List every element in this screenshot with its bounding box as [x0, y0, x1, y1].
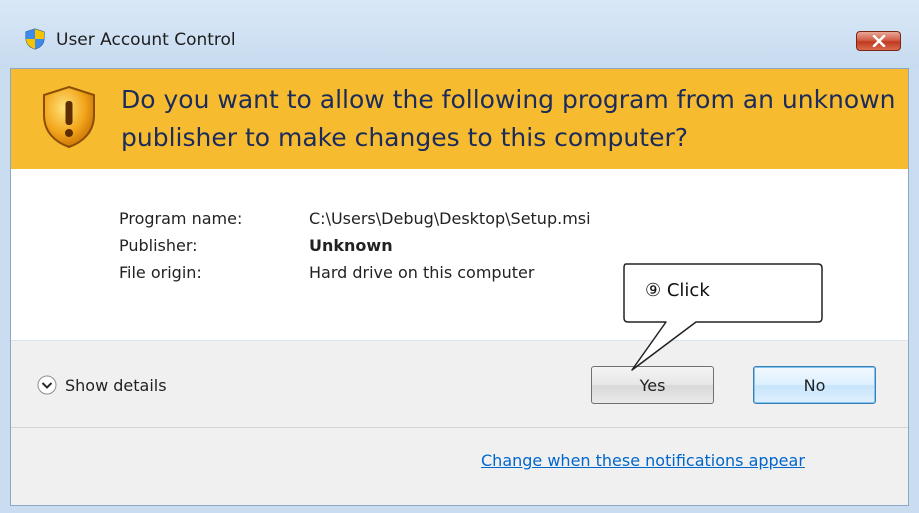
- program-name-label: Program name:: [119, 209, 243, 228]
- warning-banner: Do you want to allow the following progr…: [11, 69, 908, 169]
- warning-shield-icon: [43, 85, 95, 149]
- file-origin-value: Hard drive on this computer: [309, 263, 535, 282]
- dialog-content: Do you want to allow the following progr…: [10, 68, 909, 506]
- file-origin-label: File origin:: [119, 263, 202, 282]
- chevron-down-icon: [37, 375, 57, 395]
- uac-shield-icon: [25, 28, 45, 50]
- footer: Change when these notifications appear: [11, 428, 908, 505]
- callout-text: ⑨ Click: [645, 280, 710, 301]
- program-name-value: C:\Users\Debug\Desktop\Setup.msi: [309, 209, 591, 228]
- close-icon: [872, 35, 886, 47]
- publisher-value: Unknown: [309, 236, 393, 255]
- no-button[interactable]: No: [753, 366, 876, 404]
- title-bar[interactable]: User Account Control: [0, 0, 919, 68]
- close-button[interactable]: [856, 31, 901, 51]
- yes-button[interactable]: Yes: [591, 366, 714, 404]
- show-details-label: Show details: [65, 376, 167, 395]
- details-area: Show details Yes No: [11, 341, 908, 427]
- window-title: User Account Control: [56, 30, 236, 50]
- banner-message: Do you want to allow the following progr…: [121, 85, 896, 152]
- publisher-label: Publisher:: [119, 236, 198, 255]
- notification-settings-link[interactable]: Change when these notifications appear: [481, 451, 805, 470]
- uac-window: User Account Control Do you want to allo…: [0, 0, 919, 513]
